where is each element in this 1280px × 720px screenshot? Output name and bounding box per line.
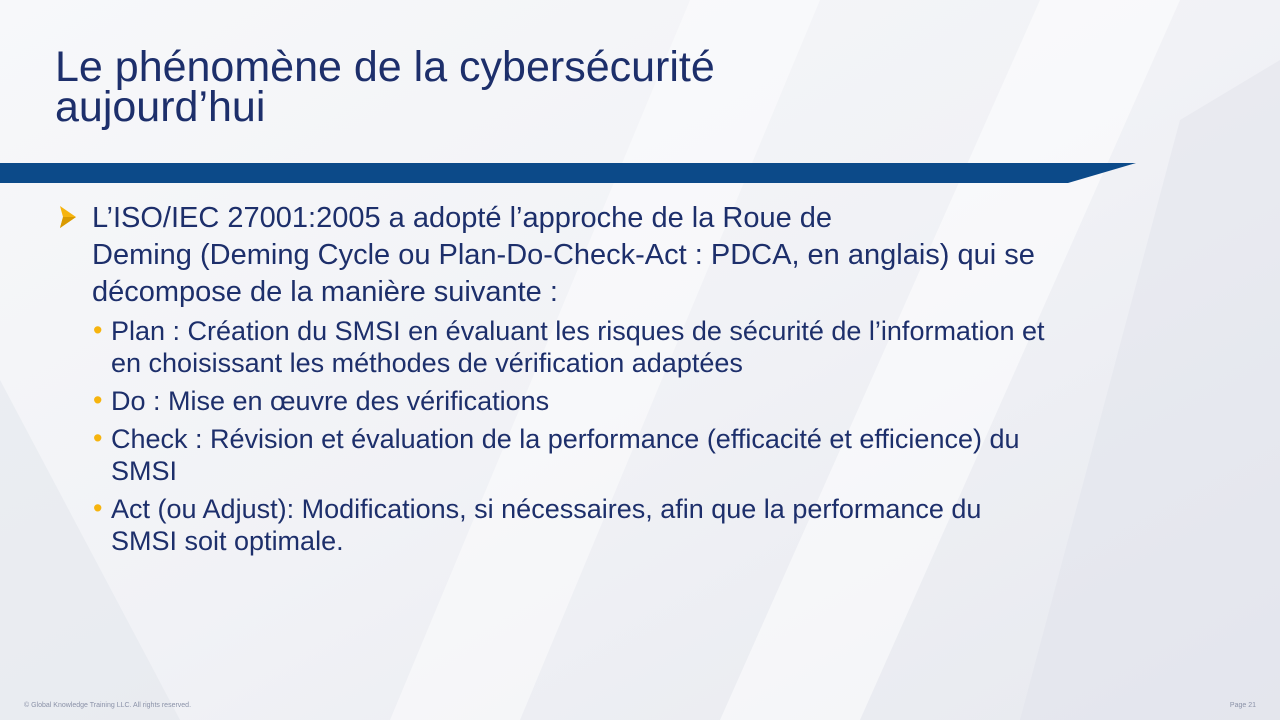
- arrowhead-bullet-icon: [60, 206, 76, 228]
- slide-title-line: Le phénomène de la cybersécurité: [55, 43, 715, 91]
- bullet-dot-icon: •: [93, 315, 103, 345]
- sub-bullet-line: Do : Mise en œuvre des vérifications: [111, 386, 550, 416]
- sub-bullet-line: SMSI: [111, 456, 178, 486]
- sub-bullet-line: SMSI soit optimale.: [111, 526, 344, 556]
- slide-content: L’ISO/IEC 27001:2005 a adopté l’approche…: [56, 200, 1236, 563]
- slide-title: Le phénomène de la cybersécurité aujourd…: [55, 43, 1205, 131]
- sub-bullet-plan: • Plan : Création du SMSI en évaluant le…: [93, 315, 1236, 379]
- sub-bullet-act: • Act (ou Adjust): Modifications, si néc…: [93, 493, 1236, 557]
- main-bullet-line: L’ISO/IEC 27001:2005 a adopté l’approche…: [92, 202, 833, 234]
- sub-bullet-do: • Do : Mise en œuvre des vérifications: [93, 385, 1236, 417]
- sub-bullet-line: Act (ou Adjust): Modifications, si néces…: [111, 494, 982, 524]
- main-bullet: L’ISO/IEC 27001:2005 a adopté l’approche…: [56, 200, 1236, 311]
- footer-copyright: © Global Knowledge Training LLC. All rig…: [24, 702, 192, 709]
- sub-bullet-line: Check : Révision et évaluation de la per…: [111, 424, 1020, 454]
- sub-bullet-check: • Check : Révision et évaluation de la p…: [93, 423, 1236, 487]
- main-bullet-line: décompose de la manière suivante :: [92, 276, 558, 308]
- bullet-dot-icon: •: [93, 385, 103, 415]
- bullet-dot-icon: •: [93, 423, 103, 453]
- slide-title-line: aujourd’hui: [55, 83, 266, 131]
- main-bullet-line: Deming (Deming Cycle ou Plan-Do-Check-Ac…: [92, 239, 1035, 271]
- footer-page-number: Page 21: [1229, 702, 1256, 709]
- sub-bullet-line: Plan : Création du SMSI en évaluant les …: [111, 316, 1045, 346]
- sub-bullet-line: en choisissant les méthodes de vérificat…: [111, 348, 743, 378]
- bullet-dot-icon: •: [93, 493, 103, 523]
